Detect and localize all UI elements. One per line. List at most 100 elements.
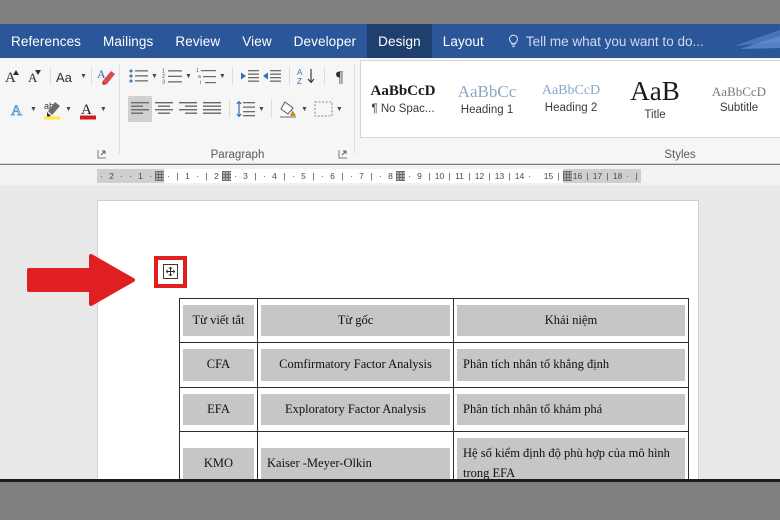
table-cell-original[interactable]: Comfirmatory Factor Analysis [257, 342, 454, 388]
table-header-cell[interactable]: Từ gốc [257, 297, 454, 344]
style-heading-2[interactable]: AaBbCcD Heading 2 [529, 61, 613, 137]
tab-references[interactable]: References [0, 24, 92, 58]
style-heading-1[interactable]: AaBbCc Heading 1 [445, 61, 529, 137]
change-case-icon[interactable]: Aa ▼ [55, 63, 87, 89]
borders-icon[interactable] [313, 96, 335, 122]
ruler-tick: | [283, 170, 286, 181]
ruler-tick: | [557, 170, 560, 181]
style-no-spacing[interactable]: AaBbCcD ¶ No Spac... [361, 61, 445, 137]
abbreviations-table[interactable]: Từ viết tắt Từ gốc Khái niệm CFA Comfirm… [179, 297, 689, 482]
ruler-number: 3 [243, 170, 248, 181]
cell-text: Phân tích nhân tố khẳng định [457, 349, 685, 381]
tab-design[interactable]: Design [367, 24, 432, 58]
ruler-tick: · [528, 170, 531, 181]
text-effects-icon[interactable]: A [7, 96, 29, 122]
ruler-tick: | [606, 170, 609, 181]
table-cell-original[interactable]: Kaiser -Meyer-Olkin [257, 431, 454, 482]
toolbar-divider [50, 67, 51, 85]
style-label: Subtitle [719, 101, 759, 114]
ruler-tick: · [129, 170, 132, 181]
ruler-number: 7 [359, 170, 364, 181]
ruler-right-margin: 16 | 17 | 18 · | [563, 168, 641, 183]
font-color-icon[interactable]: A [77, 96, 99, 122]
ruler-tick: | [254, 170, 257, 181]
table-move-handle-icon[interactable] [163, 264, 178, 279]
chevron-down-icon[interactable]: ▼ [336, 106, 343, 113]
styles-gallery: AaBbCcD ¶ No Spac... AaBbCc Heading 1 Aa… [360, 60, 780, 138]
chevron-down-icon[interactable]: ▼ [151, 73, 158, 80]
paragraph-dialog-launcher[interactable] [338, 149, 349, 160]
ruler-tick: · [100, 170, 103, 181]
group-label-paragraph: Paragraph [210, 149, 265, 161]
table-cell-abbr[interactable]: KMO [179, 431, 258, 482]
document-canvas[interactable]: Từ viết tắt Từ gốc Khái niệm CFA Comfirm… [0, 187, 780, 482]
chevron-down-icon[interactable]: ▼ [301, 106, 308, 113]
style-subtitle[interactable]: AaBbCcD Subtitle [697, 61, 780, 137]
tab-view[interactable]: View [231, 24, 282, 58]
style-title[interactable]: AaB Title [613, 61, 697, 137]
sort-icon[interactable]: A Z [296, 63, 318, 89]
chevron-down-icon[interactable]: ▼ [219, 73, 226, 80]
horizontal-ruler[interactable]: · 2 · · 1 · · | 1 · | 2 · 3 | · 4 | · 5 … [0, 165, 780, 187]
tab-layout[interactable]: Layout [432, 24, 495, 58]
document-page[interactable]: Từ viết tắt Từ gốc Khái niệm CFA Comfirm… [97, 200, 699, 482]
align-center-icon[interactable] [152, 96, 176, 122]
ruler-number: 9 [417, 170, 422, 181]
multilevel-list-icon[interactable]: 1 a i [196, 63, 218, 89]
chevron-down-icon[interactable]: ▼ [258, 106, 265, 113]
line-spacing-icon[interactable] [235, 96, 257, 122]
table-row[interactable]: CFA Comfirmatory Factor Analysis Phân tí… [179, 342, 689, 388]
table-header-row[interactable]: Từ viết tắt Từ gốc Khái niệm [179, 297, 689, 344]
show-formatting-marks-icon[interactable]: ¶ [331, 63, 353, 89]
table-cell-meaning[interactable]: Phân tích nhân tố khám phá [453, 386, 689, 433]
table-row[interactable]: KMO Kaiser -Meyer-Olkin Hệ số kiểm định … [179, 431, 689, 482]
decrease-indent-icon[interactable] [239, 63, 261, 89]
clear-formatting-icon[interactable]: A [96, 63, 118, 89]
indent-marker-icon[interactable] [155, 170, 164, 181]
svg-text:Z: Z [297, 77, 302, 86]
table-cell-meaning[interactable]: Hệ số kiểm định độ phù hợp của mô hình t… [453, 431, 689, 482]
toolbar-divider [270, 100, 272, 118]
text-highlight-color-icon[interactable]: ab [42, 96, 64, 122]
chevron-down-icon[interactable]: ▼ [185, 73, 192, 80]
chevron-down-icon[interactable]: ▼ [80, 73, 87, 80]
toolbar-divider [90, 67, 92, 85]
svg-text:Aa: Aa [56, 70, 73, 85]
chevron-down-icon[interactable]: ▼ [100, 106, 107, 113]
increase-indent-icon[interactable] [261, 63, 283, 89]
header-meaning: Khái niệm [457, 305, 685, 337]
ruler-tick: | [176, 170, 179, 181]
tab-review[interactable]: Review [164, 24, 231, 58]
justify-icon[interactable] [200, 96, 224, 122]
table-cell-abbr[interactable]: EFA [179, 386, 258, 433]
align-left-icon[interactable] [128, 96, 152, 122]
tab-developer[interactable]: Developer [283, 24, 367, 58]
align-right-icon[interactable] [176, 96, 200, 122]
ribbon-group-styles: AaBbCcD ¶ No Spac... AaBbCc Heading 1 Aa… [355, 58, 780, 164]
tab-mailings[interactable]: Mailings [92, 24, 164, 58]
numbering-icon[interactable]: 1 2 3 [162, 63, 184, 89]
cell-text: EFA [183, 393, 254, 426]
tell-me-search[interactable]: Tell me what you want to do... [494, 24, 780, 58]
table-header-cell[interactable]: Khái niệm [453, 297, 689, 344]
chevron-down-icon[interactable]: ▼ [30, 106, 37, 113]
font-dialog-launcher[interactable] [97, 149, 108, 160]
table-column-marker-icon[interactable] [563, 170, 572, 181]
style-label: Heading 2 [544, 102, 598, 114]
table-cell-meaning[interactable]: Phân tích nhân tố khẳng định [453, 342, 689, 388]
shading-icon[interactable] [278, 96, 300, 122]
table-cell-original[interactable]: Exploratory Factor Analysis [257, 386, 454, 433]
bullets-icon[interactable] [128, 63, 150, 89]
table-cell-abbr[interactable]: CFA [179, 342, 258, 388]
table-row[interactable]: EFA Exploratory Factor Analysis Phân tíc… [179, 386, 689, 433]
table-header-cell[interactable]: Từ viết tắt [179, 297, 258, 344]
grow-font-icon[interactable]: A [2, 63, 24, 89]
ruler-tick: · [120, 170, 123, 181]
shrink-font-icon[interactable]: A [24, 63, 46, 89]
ruler-tick: · [263, 170, 266, 181]
toolbar-divider [323, 67, 325, 85]
chevron-down-icon[interactable]: ▼ [65, 106, 72, 113]
ruler-number: 18 [612, 170, 623, 181]
table-column-marker-icon[interactable] [222, 170, 231, 181]
table-column-marker-icon[interactable] [396, 170, 405, 181]
